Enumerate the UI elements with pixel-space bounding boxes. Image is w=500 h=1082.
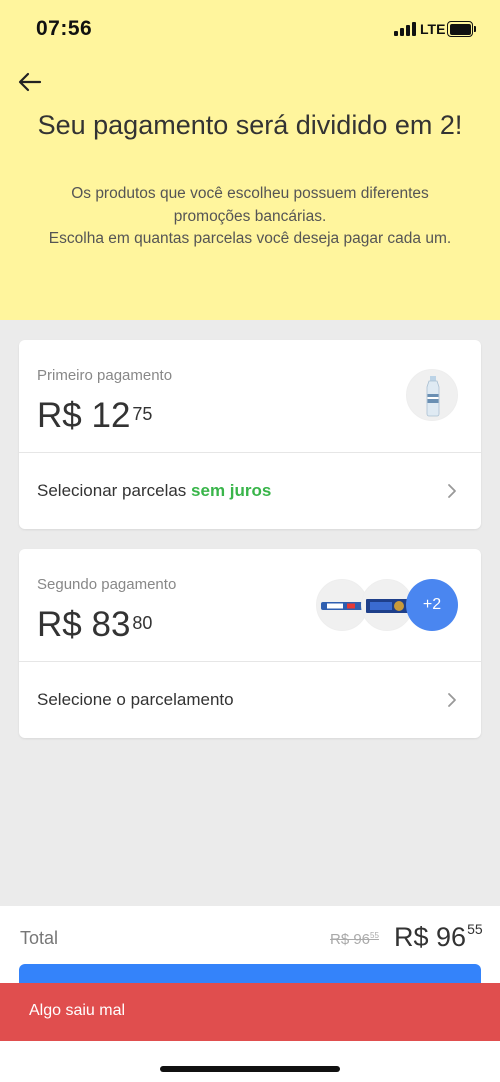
currency: R$ — [37, 605, 82, 644]
page-title: Seu pagamento será dividido em 2! — [37, 110, 463, 140]
currency: R$ — [37, 396, 82, 435]
total-price-cents: 55 — [467, 921, 483, 937]
chevron-right-icon — [448, 484, 456, 498]
back-button[interactable] — [14, 66, 46, 98]
select-installment-plan-row[interactable]: Selecione o parcelamento — [19, 662, 481, 738]
payment-amount: R$ 12 75 — [37, 396, 152, 436]
amount-cents: 80 — [132, 613, 153, 633]
battery-icon — [447, 21, 477, 37]
subtitle-line-2: Escolha em quantas parcelas você deseja … — [48, 230, 452, 247]
second-payment-card: Segundo pagamento R$ 83 80 +2 Selecione o… — [19, 549, 481, 738]
amount-integer: 12 — [91, 396, 131, 435]
select-installments-label: Selecionar parcelas sem juros — [37, 481, 271, 501]
payment-label: Primeiro pagamento — [37, 367, 173, 384]
product-thumbnail-water-bottle — [406, 369, 458, 421]
amount-cents: 75 — [132, 404, 153, 424]
action-text: Selecionar parcelas — [37, 481, 187, 500]
total-label: Total — [20, 928, 59, 948]
total-price-integer: R$ 96 — [394, 922, 467, 952]
chevron-right-icon — [448, 693, 456, 707]
error-message: Algo saiu mal — [29, 1002, 126, 1019]
water-bottle-icon — [426, 376, 440, 417]
total-price: R$ 9655 — [394, 921, 483, 953]
more-items-badge: +2 — [406, 579, 458, 631]
payment-label: Segundo pagamento — [37, 576, 177, 593]
signal-icon — [394, 22, 416, 36]
select-installments-row[interactable]: Selecionar parcelas sem juros — [19, 453, 481, 529]
subtitle-line-1: Os produtos que você escolheu possuem di… — [71, 185, 429, 225]
home-indicator[interactable] — [160, 1066, 340, 1072]
old-price-cents: 55 — [370, 931, 379, 940]
old-price: R$ 9655 — [330, 931, 379, 948]
status-time: 07:56 — [36, 17, 93, 40]
first-payment-card: Primeiro pagamento R$ 12 75 Selecionar pa… — [19, 340, 481, 529]
error-toast[interactable]: Algo saiu mal — [0, 983, 500, 1041]
network-label: LTE — [420, 21, 446, 37]
status-bar: 07:56 LTE — [0, 0, 500, 60]
header: 07:56 LTE Seu pagamento será dividido em… — [0, 0, 500, 320]
payment-amount: R$ 83 80 — [37, 605, 152, 645]
old-price-integer: R$ 96 — [330, 931, 371, 948]
arrow-left-icon — [18, 72, 42, 92]
action-text: Selecione o parcelamento — [37, 690, 234, 709]
amount-integer: 83 — [91, 605, 131, 644]
interest-free-highlight: sem juros — [191, 481, 272, 500]
page-subtitle: Os produtos que você escolheu possuem di… — [40, 183, 460, 251]
